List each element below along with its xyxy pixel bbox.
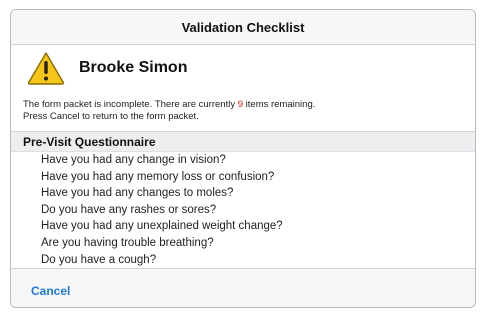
list-item[interactable]: Have you had any unexplained weight chan…: [11, 218, 475, 235]
warning-triangle-icon: [27, 52, 65, 85]
message-line-1: The form packet is incomplete. There are…: [23, 99, 465, 111]
list-item[interactable]: Have you had any change in vision?: [11, 152, 475, 169]
person-name: Brooke Simon: [79, 59, 188, 76]
list-item[interactable]: Have you had any memory loss or confusio…: [11, 169, 475, 186]
message-line-2: Press Cancel to return to the form packe…: [23, 111, 199, 122]
person-row: Brooke Simon: [11, 45, 475, 91]
cancel-button[interactable]: Cancel: [31, 284, 70, 298]
list-item[interactable]: Are you having trouble breathing?: [11, 235, 475, 252]
message-text-after: items remaining.: [243, 99, 316, 110]
checklist-list[interactable]: Pre-Visit Questionnaire Have you had any…: [11, 131, 475, 269]
list-item[interactable]: Do you have a cough?: [11, 252, 475, 268]
list-item[interactable]: Do you have any rashes or sores?: [11, 202, 475, 219]
message-text-before: The form packet is incomplete. There are…: [23, 99, 238, 110]
dialog-footer: Cancel: [11, 269, 475, 307]
incomplete-message: The form packet is incomplete. There are…: [11, 91, 475, 131]
validation-checklist-dialog: Validation Checklist Brooke Simon The fo…: [10, 9, 476, 308]
dialog-title: Validation Checklist: [11, 10, 475, 45]
dialog-header: Brooke Simon The form packet is incomple…: [11, 45, 475, 131]
list-item[interactable]: Have you had any changes to moles?: [11, 185, 475, 202]
section-header: Pre-Visit Questionnaire: [11, 132, 475, 152]
